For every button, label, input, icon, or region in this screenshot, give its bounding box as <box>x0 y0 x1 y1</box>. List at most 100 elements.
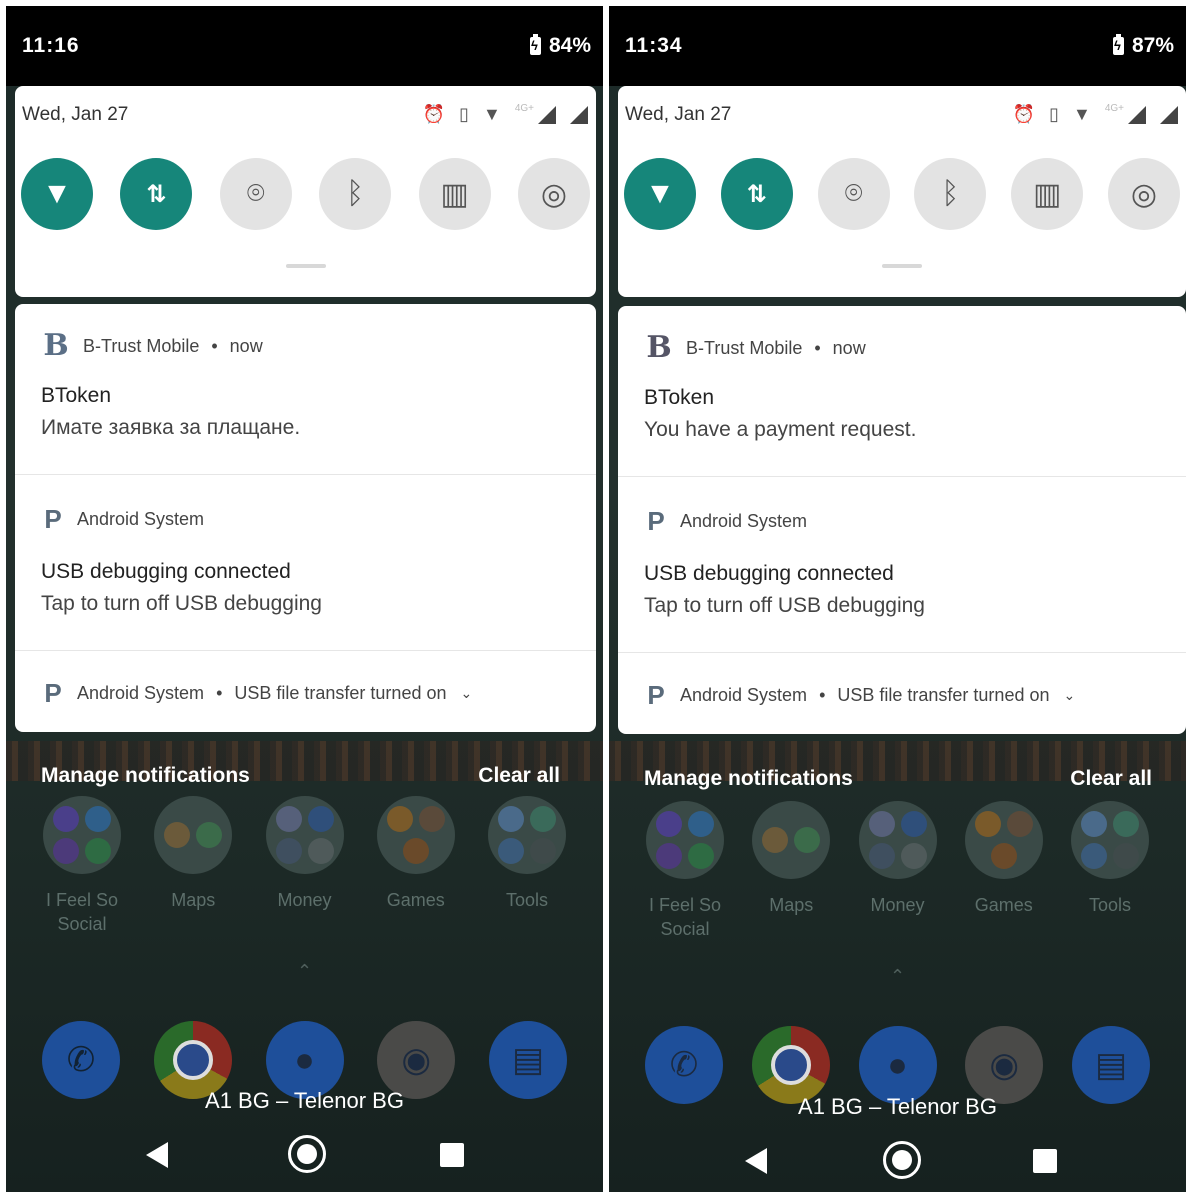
folder-icon <box>646 801 724 879</box>
folder-tools[interactable]: Tools <box>1069 801 1151 941</box>
chevron-down-icon[interactable]: ⌄ <box>1063 687 1075 704</box>
app-drawer-chevron-icon[interactable]: ⌃ <box>6 961 603 982</box>
location-tile[interactable]: ⌾ <box>219 158 292 230</box>
mobile-data-tile[interactable]: ⇅ <box>720 158 793 230</box>
notification-text: You have a payment request. <box>644 418 917 441</box>
folder-label: Money <box>870 895 925 915</box>
notification-summary: USB file transfer turned on <box>234 683 447 703</box>
home-icon[interactable] <box>883 1141 921 1179</box>
date-label: Wed, Jan 27 <box>22 104 129 125</box>
wifi-signal-icon: ▼ <box>482 104 501 124</box>
system-icons: ⏰ ▯ ▼ 4G+ <box>423 103 588 125</box>
folder-social[interactable]: I Feel So Social <box>41 796 123 936</box>
alarm-icon: ⏰ <box>1012 104 1036 124</box>
camera-app-icon[interactable]: ◉ <box>965 1026 1044 1104</box>
phone-app-icon[interactable]: ✆ <box>645 1026 723 1104</box>
phone-screen-2: 11:34 87% Wed, Jan 27 ⏰ ▯ ▼ 4G+ ▼ ⇅ ⌾ ᛒ … <box>609 6 1186 1192</box>
notification-title: BToken <box>644 386 715 409</box>
folder-icon <box>43 796 121 874</box>
clear-all-button[interactable]: Clear all <box>478 764 560 788</box>
location-tile[interactable]: ⌾ <box>817 158 890 230</box>
folder-icon <box>1071 801 1149 879</box>
recents-icon[interactable] <box>440 1143 464 1167</box>
wifi-tile[interactable]: ▼ <box>624 158 696 230</box>
folder-maps[interactable]: Maps <box>152 796 234 936</box>
folder-maps[interactable]: Maps <box>750 801 832 941</box>
wifi-icon: ▼ <box>42 177 72 210</box>
cell-signal-icon <box>538 105 556 124</box>
notification-usb-transfer[interactable]: P Android System • USB file transfer tur… <box>15 652 596 732</box>
bluetooth-icon: ᛒ <box>941 177 960 210</box>
carrier-label: A1 BG – Telenor BG <box>798 1094 997 1119</box>
hotspot-tile[interactable]: ◎ <box>517 158 590 230</box>
notification-header: P Android System <box>41 504 204 535</box>
expand-handle[interactable] <box>882 264 922 268</box>
vibrate-icon: ▯ <box>459 104 469 124</box>
bluetooth-icon: ᛒ <box>346 177 365 210</box>
folder-money[interactable]: Money <box>264 796 346 936</box>
status-bar: 11:16 84% <box>6 6 603 86</box>
home-icon[interactable] <box>288 1135 326 1173</box>
back-icon[interactable] <box>146 1142 168 1168</box>
folder-games[interactable]: Games <box>963 801 1045 941</box>
location-icon: ⌾ <box>844 177 863 210</box>
notification-summary: USB file transfer turned on <box>837 685 1050 705</box>
flashlight-tile[interactable]: ▥ <box>1011 158 1084 230</box>
folder-label: Money <box>277 890 332 910</box>
messages-app-icon[interactable]: ▤ <box>1072 1026 1150 1104</box>
back-icon[interactable] <box>745 1148 767 1174</box>
clock: 11:34 <box>625 34 683 57</box>
hotspot-tile[interactable]: ◎ <box>1107 158 1180 230</box>
clear-all-button[interactable]: Clear all <box>1070 767 1152 791</box>
battery-indicator: 84% <box>529 34 591 58</box>
nav-bar <box>6 1134 603 1184</box>
notification-text: Имате заявка за плащане. <box>41 416 301 439</box>
chrome-app-icon[interactable] <box>751 1026 830 1104</box>
folder-icon <box>964 801 1043 879</box>
notification-usb-transfer[interactable]: P Android System • USB file transfer tur… <box>618 654 1186 734</box>
notification-btrust[interactable]: B B-Trust Mobile • now BToken You have a… <box>618 306 1186 477</box>
android-system-icon: P <box>44 504 62 534</box>
contacts-app-icon[interactable]: ● <box>858 1026 937 1104</box>
folder-label: I Feel So Social <box>648 895 722 939</box>
wifi-tile[interactable]: ▼ <box>21 158 93 230</box>
notification-usb-debugging[interactable]: P Android System USB debugging connected… <box>15 476 596 651</box>
notification-btrust[interactable]: B B-Trust Mobile • now BToken Имате заяв… <box>15 304 596 475</box>
folder-social[interactable]: I Feel So Social <box>644 801 726 941</box>
home-app-folders: I Feel So Social Maps Money Games Tools <box>41 796 568 936</box>
battery-percent: 84% <box>548 34 591 57</box>
separator: • <box>216 683 223 703</box>
notification-title: USB debugging connected <box>644 562 894 585</box>
system-icons: ⏰ ▯ ▼ 4G+ <box>1012 103 1178 125</box>
bluetooth-tile[interactable]: ᛒ <box>914 158 987 230</box>
bluetooth-tile[interactable]: ᛒ <box>319 158 392 230</box>
folder-label: I Feel So Social <box>45 890 119 934</box>
folder-icon <box>858 801 937 879</box>
folder-games[interactable]: Games <box>375 796 457 936</box>
recents-icon[interactable] <box>1033 1149 1057 1173</box>
app-name: Android System <box>680 685 808 705</box>
cell-signal-icon-2 <box>570 105 588 124</box>
chevron-down-icon[interactable]: ⌄ <box>460 685 472 702</box>
android-system-icon: P <box>647 680 665 710</box>
app-drawer-chevron-icon[interactable]: ⌃ <box>609 966 1186 987</box>
expand-handle[interactable] <box>285 264 326 268</box>
notification-usb-debugging[interactable]: P Android System USB debugging connected… <box>618 478 1186 653</box>
folder-money[interactable]: Money <box>857 801 939 941</box>
flashlight-tile[interactable]: ▥ <box>418 158 491 230</box>
folder-icon <box>376 796 455 874</box>
separator: • <box>814 337 821 358</box>
battery-icon <box>529 34 541 55</box>
notification-header: B B-Trust Mobile • now <box>644 333 865 363</box>
folder-tools[interactable]: Tools <box>486 796 568 936</box>
notification-text: Tap to turn off USB debugging <box>644 594 925 617</box>
notification-list: B B-Trust Mobile • now BToken You have a… <box>618 306 1186 734</box>
battery-indicator: 87% <box>1112 34 1174 58</box>
notification-title: USB debugging connected <box>41 560 291 583</box>
manage-notifications-button[interactable]: Manage notifications <box>644 767 853 791</box>
flashlight-icon: ▥ <box>1033 177 1062 211</box>
android-system-icon: P <box>44 678 62 708</box>
mobile-data-tile[interactable]: ⇅ <box>120 158 193 230</box>
manage-notifications-button[interactable]: Manage notifications <box>41 764 250 788</box>
battery-percent: 87% <box>1131 34 1174 57</box>
